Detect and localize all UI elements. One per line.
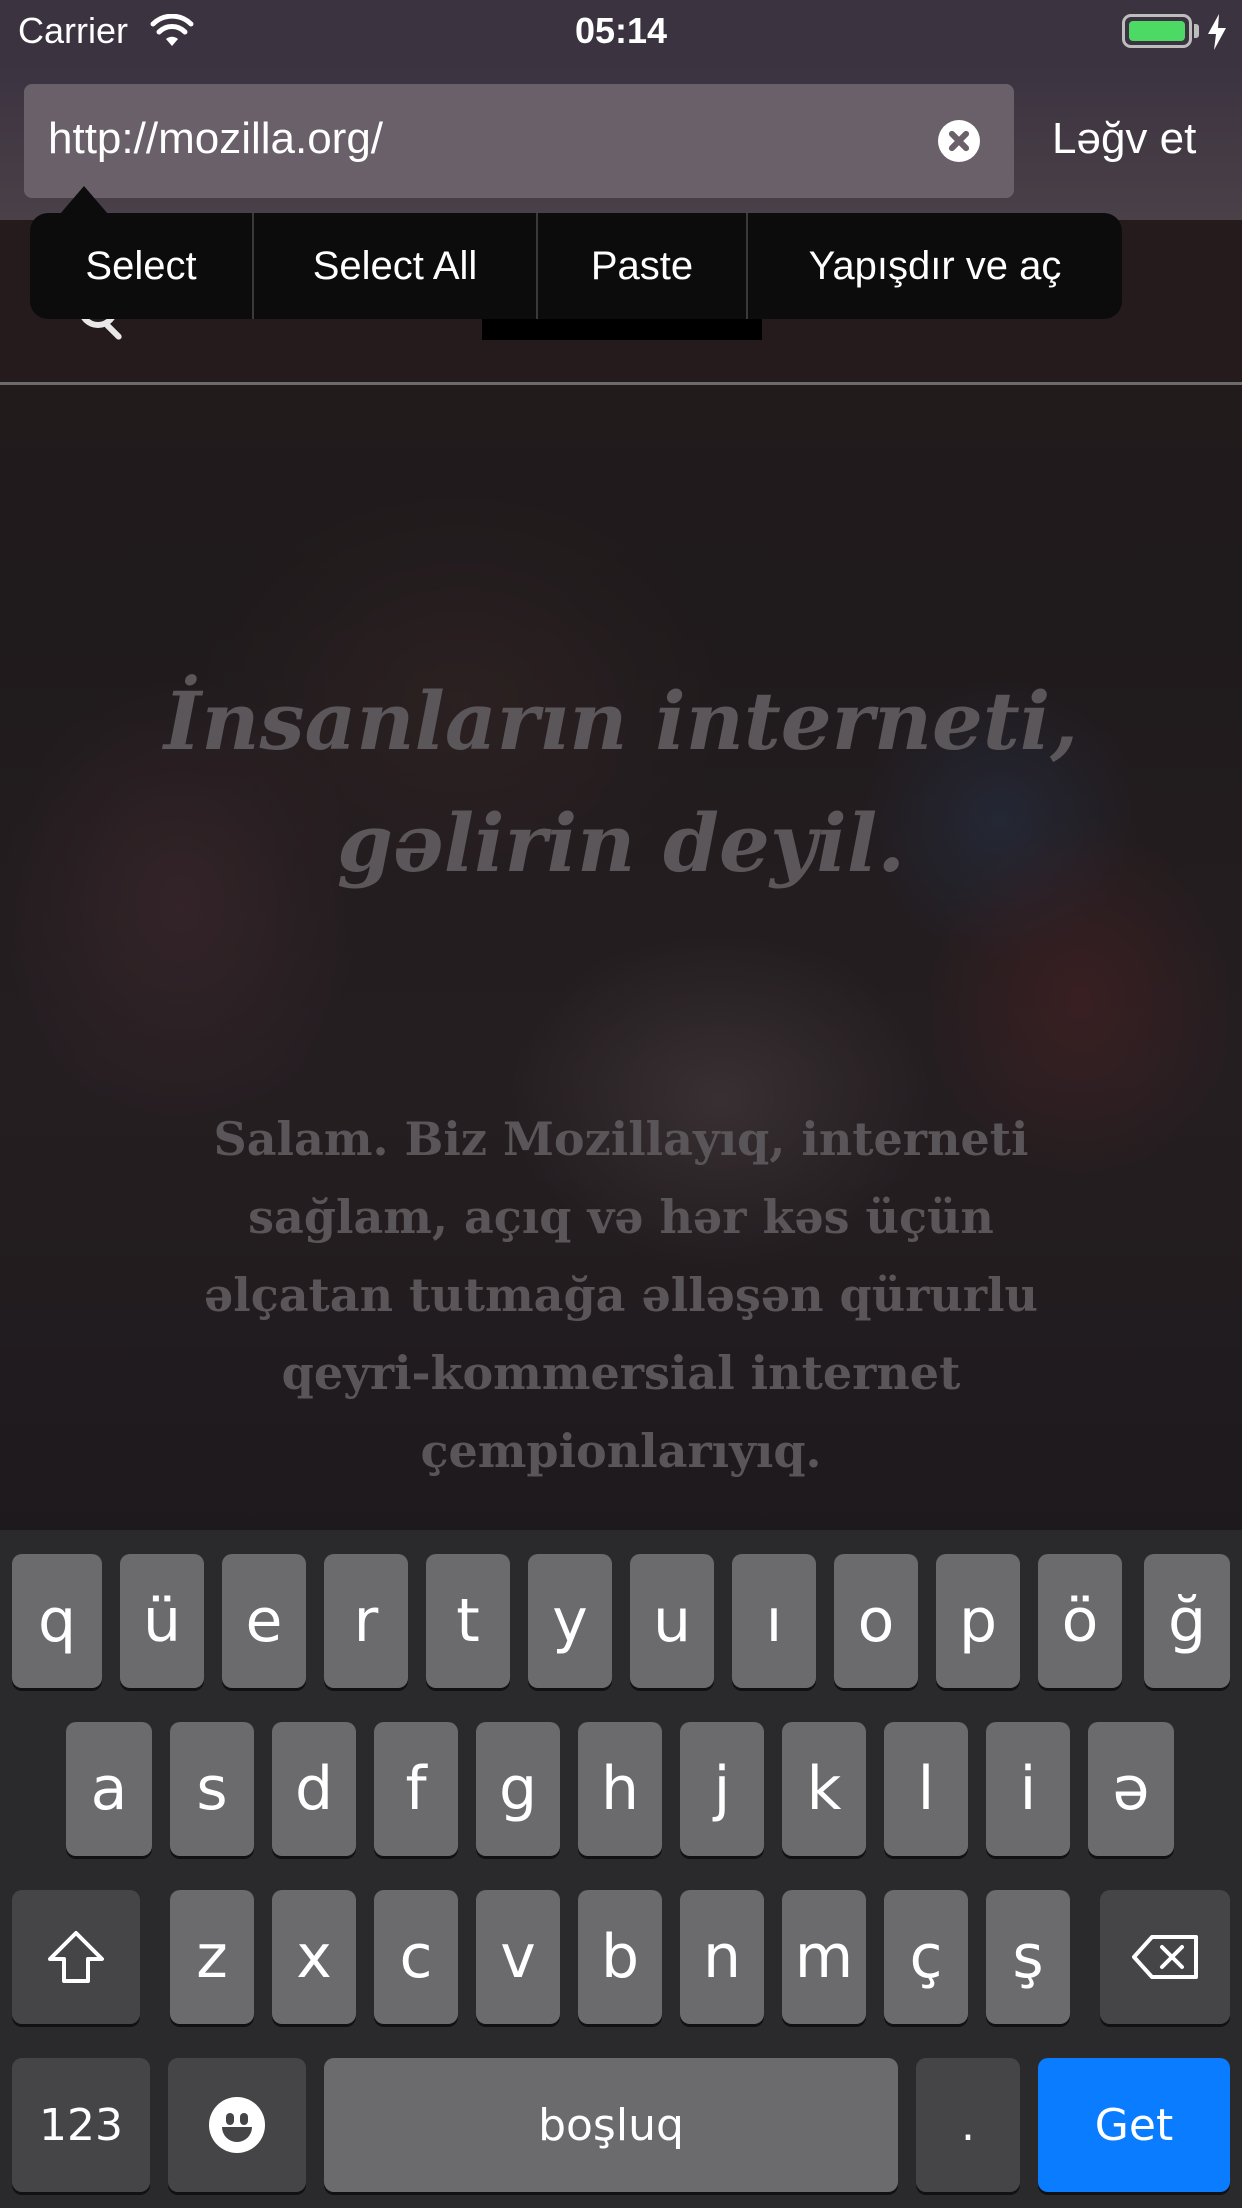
emoji-key[interactable] <box>168 2058 306 2192</box>
key-z[interactable]: z <box>170 1890 254 2024</box>
key-v[interactable]: v <box>476 1890 560 2024</box>
status-bar: Carrier 05:14 <box>0 0 1242 64</box>
key-j[interactable]: j <box>680 1722 764 1856</box>
key-p[interactable]: p <box>936 1554 1020 1688</box>
key-s-cedilla[interactable]: ş <box>986 1890 1070 2024</box>
keyboard: q ü e r t y u ı o p ö ğ a s d f g h j k … <box>0 1530 1242 2208</box>
url-toolbar: http://mozilla.org/ Ləğv et <box>0 64 1242 220</box>
backspace-icon <box>1132 1935 1198 1979</box>
menu-select-all[interactable]: Select All <box>254 213 538 319</box>
menu-paste[interactable]: Paste <box>538 213 748 319</box>
key-g-breve[interactable]: ğ <box>1144 1554 1230 1688</box>
battery-icon <box>1122 14 1192 48</box>
menu-paste-and-go[interactable]: Yapışdır ve aç <box>748 213 1122 319</box>
charging-bolt-icon <box>1208 14 1226 50</box>
key-g[interactable]: g <box>476 1722 560 1856</box>
key-t[interactable]: t <box>426 1554 510 1688</box>
key-m[interactable]: m <box>782 1890 866 2024</box>
hero-title: İnsanların interneti, gəlirin deyil. <box>163 674 1079 890</box>
page-divider <box>0 382 1242 385</box>
url-field[interactable]: http://mozilla.org/ <box>24 84 1014 198</box>
key-n[interactable]: n <box>680 1890 764 2024</box>
key-d[interactable]: d <box>272 1722 356 1856</box>
key-a[interactable]: a <box>66 1722 152 1856</box>
clock: 05:14 <box>574 10 668 51</box>
key-i[interactable]: i <box>986 1722 1070 1856</box>
edit-menu: Select Select All Paste Yapışdır ve aç <box>30 213 1122 319</box>
key-s[interactable]: s <box>170 1722 254 1856</box>
key-dotless-i[interactable]: ı <box>732 1554 816 1688</box>
go-key[interactable]: Get <box>1038 2058 1230 2192</box>
battery-tip <box>1194 24 1199 38</box>
key-q[interactable]: q <box>12 1554 102 1688</box>
hero-text: Salam. Biz Mozillayıq, interneti sağlam,… <box>203 1112 1039 1478</box>
key-o-umlaut[interactable]: ö <box>1038 1554 1122 1688</box>
menu-select[interactable]: Select <box>30 213 254 319</box>
key-h[interactable]: h <box>578 1722 662 1856</box>
key-l[interactable]: l <box>884 1722 968 1856</box>
key-y[interactable]: y <box>528 1554 612 1688</box>
key-k[interactable]: k <box>782 1722 866 1856</box>
key-r[interactable]: r <box>324 1554 408 1688</box>
edit-menu-arrow <box>60 186 108 214</box>
key-f[interactable]: f <box>374 1722 458 1856</box>
key-o[interactable]: o <box>834 1554 918 1688</box>
key-c-cedilla[interactable]: ç <box>884 1890 968 2024</box>
key-u-umlaut[interactable]: ü <box>120 1554 204 1688</box>
period-key[interactable]: . <box>916 2058 1020 2192</box>
url-text[interactable]: http://mozilla.org/ <box>48 114 383 164</box>
battery-level <box>1129 21 1185 41</box>
space-key[interactable]: boşluq <box>324 2058 898 2192</box>
key-c[interactable]: c <box>374 1890 458 2024</box>
cancel-button[interactable]: Ləğv et <box>1052 114 1196 164</box>
key-x[interactable]: x <box>272 1890 356 2024</box>
backspace-key[interactable] <box>1100 1890 1230 2024</box>
numbers-key[interactable]: 123 <box>12 2058 150 2192</box>
shift-key[interactable] <box>12 1890 140 2024</box>
key-b[interactable]: b <box>578 1890 662 2024</box>
shift-icon <box>48 1931 104 1983</box>
key-schwa[interactable]: ə <box>1088 1722 1174 1856</box>
key-u[interactable]: u <box>630 1554 714 1688</box>
clear-circle-icon[interactable] <box>938 120 980 162</box>
key-e[interactable]: e <box>222 1554 306 1688</box>
emoji-icon <box>209 2097 265 2153</box>
